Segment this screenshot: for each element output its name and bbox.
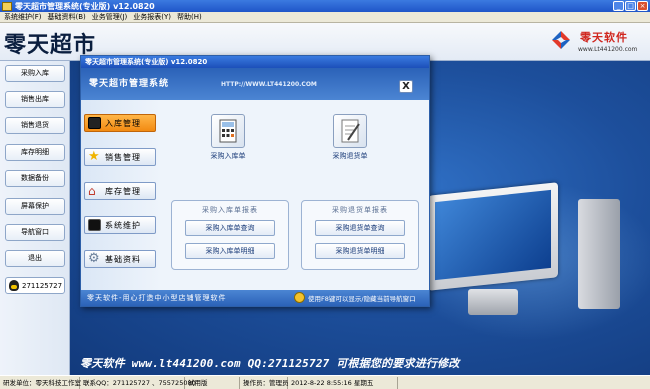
dialog-titlebar: 零天超市管理系统(专业版) v12.0820	[81, 56, 429, 68]
inbound-report-group: 采购入库单报表 采购入库单查询 采购入库单明细	[171, 200, 289, 270]
qq-icon	[9, 280, 19, 291]
menu-system[interactable]: 系统维护(F)	[4, 12, 42, 22]
nav-sales[interactable]: ★ 销售管理	[84, 148, 156, 166]
menu-business[interactable]: 业务管理(J)	[92, 12, 128, 22]
return-detail-button[interactable]: 采购退货单明细	[315, 243, 405, 259]
monitor-stand-graphic	[468, 289, 518, 315]
window-controls: _ □ ×	[613, 1, 648, 11]
menu-help[interactable]: 帮助(H)	[177, 12, 202, 22]
menu-basic-data[interactable]: 基础资料(B)	[48, 12, 86, 22]
dialog-footer: 零天软件-用心打造中小型店铺管理软件 使用F8键可以显示/隐藏当前导航窗口	[81, 290, 429, 306]
sidebar-item-exit[interactable]: 退出	[5, 250, 65, 267]
logo-mark-icon	[552, 31, 570, 49]
dialog-heading: 零天超市管理系统	[89, 79, 170, 89]
sidebar-item-screensaver[interactable]: 屏幕保护	[5, 198, 65, 215]
inbound-query-button[interactable]: 采购入库单查询	[185, 220, 275, 236]
nav-inventory[interactable]: ⌂ 库存管理	[84, 182, 156, 200]
status-developer: 研发单位：零天科技工作室	[0, 376, 81, 389]
star-icon: ★	[88, 149, 100, 164]
dialog-nav: 入库管理 ★ 销售管理 ⌂ 库存管理 系统维护 ⚙ 基础资料	[81, 100, 161, 290]
dialog-content: 采购入库单 采购退货单 采购入库单报表 采购入库单查询 采购入库单明细 采购退货…	[161, 100, 429, 290]
banner-footer-text: 零天软件 www.lt441200.com QQ:271125727 可根据您的…	[80, 357, 460, 370]
maximize-button[interactable]: □	[625, 1, 636, 11]
dialog-url: HTTP://WWW.LT441200.COM	[221, 81, 317, 88]
purchase-inbound-button[interactable]: 采购入库单	[197, 114, 259, 170]
return-query-button[interactable]: 采购退货单查询	[315, 220, 405, 236]
status-empty	[398, 377, 650, 389]
logo-url: www.Lt441200.com	[578, 46, 638, 53]
dialog-close-button[interactable]: X	[399, 80, 413, 93]
document-pen-icon	[333, 114, 367, 148]
window-title: 零天超市管理系统(专业版) v12.0820	[15, 1, 155, 11]
house-icon: ⌂	[88, 184, 96, 198]
sidebar-item-sales-out[interactable]: 销售出库	[5, 91, 65, 108]
monitor-icon	[88, 117, 101, 129]
dialog-header: 零天超市管理系统 HTTP://WWW.LT441200.COM X	[81, 68, 429, 100]
sidebar-item-backup[interactable]: 数据备份	[5, 170, 65, 187]
nav-basic-data[interactable]: ⚙ 基础资料	[84, 250, 156, 268]
sidebar-item-sales-return[interactable]: 销售退货	[5, 117, 65, 134]
status-bar: 研发单位：零天科技工作室 联系QQ：271125727 、755725080 试…	[0, 375, 650, 389]
pc-tower-graphic	[578, 199, 620, 309]
sidebar-item-purchase-in[interactable]: 采购入库	[5, 65, 65, 82]
gear-icon: ⚙	[88, 251, 100, 266]
status-contact: 联系QQ：271125727 、755725080	[80, 376, 196, 389]
window-titlebar: 零天超市管理系统(专业版) v12.0820 _ □ ×	[0, 0, 650, 12]
logo-text: 零天软件	[580, 31, 628, 44]
navigation-dialog: 零天超市管理系统(专业版) v12.0820 零天超市管理系统 HTTP://W…	[80, 55, 430, 307]
terminal-icon	[88, 219, 101, 231]
return-report-group: 采购退货单报表 采购退货单查询 采购退货单明细	[301, 200, 419, 270]
qq-contact[interactable]: 271125727	[5, 277, 65, 294]
dialog-slogan: 零天软件-用心打造中小型店铺管理软件	[87, 294, 227, 302]
status-datetime: 2012-8-22 8:55:16 星期五	[288, 376, 398, 389]
return-report-title: 采购退货单报表	[332, 206, 388, 214]
inbound-detail-button[interactable]: 采购入库单明细	[185, 243, 275, 259]
computer-illustration	[428, 182, 638, 339]
app-icon	[2, 1, 12, 11]
inbound-report-title: 采购入库单报表	[202, 206, 258, 214]
status-license: 试用版	[185, 376, 240, 389]
calculator-icon	[211, 114, 245, 148]
nav-inbound[interactable]: 入库管理	[84, 114, 156, 132]
company-logo: 零天软件 www.Lt441200.com	[550, 27, 645, 57]
purchase-return-button[interactable]: 采购退货单	[319, 114, 381, 170]
qq-number: 271125727	[22, 281, 63, 290]
menu-bar: 系统维护(F) 基础资料(B) 业务管理(J) 业务报表(Y) 帮助(H)	[0, 12, 650, 23]
sidebar-item-nav-window[interactable]: 导航窗口	[5, 224, 65, 241]
sidebar-item-stock-detail[interactable]: 库存明细	[5, 144, 65, 161]
info-icon	[294, 292, 305, 303]
nav-system[interactable]: 系统维护	[84, 216, 156, 234]
close-window-button[interactable]: ×	[637, 1, 648, 11]
monitor-graphic	[428, 182, 558, 291]
dialog-hint: 使用F8键可以显示/隐藏当前导航窗口	[308, 295, 416, 303]
left-sidebar: 采购入库 销售出库 销售退货 库存明细 数据备份 屏幕保护 导航窗口 退出 27…	[0, 61, 70, 375]
status-operator: 操作员：管理员	[240, 376, 289, 389]
menu-reports[interactable]: 业务报表(Y)	[133, 12, 171, 22]
minimize-button[interactable]: _	[613, 1, 624, 11]
